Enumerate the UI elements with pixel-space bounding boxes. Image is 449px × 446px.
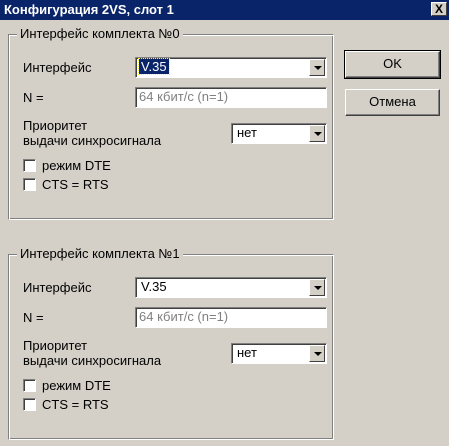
interface-group-1: Интерфейс комплекта №1 Интерфейс V.35 N … bbox=[8, 246, 334, 440]
priority-label-line2: выдачи синхросигнала bbox=[23, 133, 162, 148]
chevron-down-icon bbox=[314, 286, 322, 290]
interface-label: Интерфейс bbox=[23, 60, 92, 75]
group-legend: Интерфейс комплекта №1 bbox=[17, 246, 183, 261]
close-icon: X bbox=[434, 2, 443, 16]
ok-button[interactable]: OK bbox=[344, 50, 441, 79]
priority-label-line1: Приоритет bbox=[23, 118, 88, 133]
cts-label: CTS = RTS bbox=[42, 177, 109, 192]
dropdown-button[interactable] bbox=[309, 125, 325, 142]
interface-group-0: Интерфейс комплекта №0 Интерфейс V.35 N … bbox=[8, 26, 334, 220]
priority-label-line2: выдачи синхросигнала bbox=[23, 353, 162, 368]
dte-checkbox[interactable] bbox=[23, 159, 36, 172]
dropdown-button[interactable] bbox=[309, 59, 325, 76]
chevron-down-icon bbox=[314, 132, 322, 136]
close-button[interactable]: X bbox=[431, 2, 447, 16]
cts-label: CTS = RTS bbox=[42, 397, 109, 412]
n-label: N = bbox=[23, 90, 44, 105]
priority-label-line1: Приоритет bbox=[23, 338, 88, 353]
cts-checkbox[interactable] bbox=[23, 178, 36, 191]
interface-select-value: V.35 bbox=[138, 58, 170, 75]
n-field: 64 кбит/с (n=1) bbox=[135, 307, 327, 328]
n-field: 64 кбит/с (n=1) bbox=[135, 87, 327, 108]
priority-select-value: нет bbox=[237, 345, 257, 360]
dte-label: режим DTE bbox=[42, 378, 111, 393]
cancel-button[interactable]: Отмена bbox=[345, 89, 440, 116]
interface-label: Интерфейс bbox=[23, 280, 92, 295]
interface-select[interactable]: V.35 bbox=[135, 277, 327, 298]
interface-select[interactable]: V.35 bbox=[135, 57, 327, 78]
chevron-down-icon bbox=[314, 66, 322, 70]
interface-select-value: V.35 bbox=[141, 279, 167, 294]
cts-checkbox[interactable] bbox=[23, 398, 36, 411]
dropdown-button[interactable] bbox=[309, 345, 325, 362]
priority-select-value: нет bbox=[237, 125, 257, 140]
title-bar[interactable]: Конфигурация 2VS, слот 1 X bbox=[0, 0, 449, 20]
priority-select[interactable]: нет bbox=[231, 343, 327, 364]
priority-select[interactable]: нет bbox=[231, 123, 327, 144]
window-title: Конфигурация 2VS, слот 1 bbox=[4, 2, 174, 17]
dte-label: режим DTE bbox=[42, 158, 111, 173]
n-label: N = bbox=[23, 310, 44, 325]
group-legend: Интерфейс комплекта №0 bbox=[17, 26, 183, 41]
chevron-down-icon bbox=[314, 352, 322, 356]
dropdown-button[interactable] bbox=[309, 279, 325, 296]
dte-checkbox[interactable] bbox=[23, 379, 36, 392]
